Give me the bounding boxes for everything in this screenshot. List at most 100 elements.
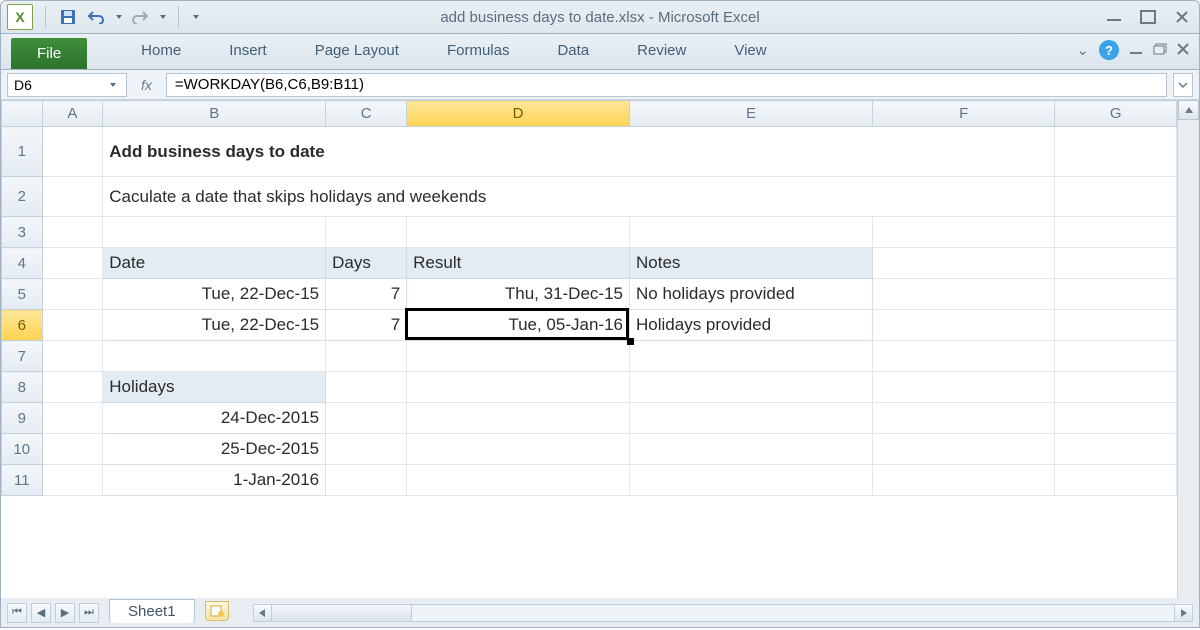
row-header[interactable]: 2 bbox=[2, 177, 43, 217]
cell[interactable] bbox=[873, 279, 1055, 310]
minimize-button[interactable] bbox=[1103, 8, 1125, 26]
cell[interactable] bbox=[873, 434, 1055, 465]
cell[interactable] bbox=[630, 403, 873, 434]
new-sheet-icon[interactable] bbox=[205, 601, 229, 621]
cell[interactable] bbox=[630, 341, 873, 372]
sheet-nav-first-icon[interactable]: ⏮ bbox=[7, 603, 27, 623]
cell[interactable] bbox=[42, 403, 103, 434]
cell[interactable] bbox=[1055, 403, 1177, 434]
row-header[interactable]: 7 bbox=[2, 341, 43, 372]
cell[interactable] bbox=[1055, 310, 1177, 341]
row-header[interactable]: 5 bbox=[2, 279, 43, 310]
vertical-scrollbar[interactable] bbox=[1177, 100, 1199, 598]
cell[interactable] bbox=[873, 217, 1055, 248]
cell[interactable] bbox=[873, 465, 1055, 496]
scroll-thumb[interactable] bbox=[272, 605, 412, 621]
formula-expand-icon[interactable] bbox=[1173, 73, 1193, 97]
scroll-right-icon[interactable] bbox=[1174, 605, 1192, 621]
sheet-tab[interactable]: Sheet1 bbox=[109, 599, 195, 623]
close-button[interactable] bbox=[1171, 8, 1193, 26]
cell[interactable] bbox=[326, 372, 407, 403]
select-all-corner[interactable] bbox=[2, 101, 43, 127]
cell[interactable] bbox=[42, 279, 103, 310]
tab-review[interactable]: Review bbox=[613, 34, 710, 69]
cell[interactable] bbox=[407, 217, 630, 248]
cell[interactable]: Holidays provided bbox=[630, 310, 873, 341]
cell[interactable]: 7 bbox=[326, 279, 407, 310]
cell[interactable] bbox=[630, 434, 873, 465]
tab-formulas[interactable]: Formulas bbox=[423, 34, 534, 69]
cell[interactable] bbox=[630, 217, 873, 248]
cell[interactable] bbox=[1055, 341, 1177, 372]
scroll-up-icon[interactable] bbox=[1178, 100, 1199, 120]
cell[interactable] bbox=[1055, 177, 1177, 217]
cell[interactable] bbox=[326, 465, 407, 496]
formula-input[interactable]: =WORKDAY(B6,C6,B9:B11) bbox=[166, 73, 1167, 97]
undo-icon[interactable] bbox=[86, 7, 106, 27]
cell[interactable] bbox=[42, 465, 103, 496]
row-header[interactable]: 4 bbox=[2, 248, 43, 279]
cell[interactable] bbox=[630, 465, 873, 496]
scroll-left-icon[interactable] bbox=[254, 605, 272, 621]
row-header[interactable]: 11 bbox=[2, 465, 43, 496]
cell[interactable] bbox=[873, 372, 1055, 403]
cell[interactable] bbox=[1055, 372, 1177, 403]
column-header[interactable]: C bbox=[326, 101, 407, 127]
sheet-nav-prev-icon[interactable]: ◀ bbox=[31, 603, 51, 623]
row-header[interactable]: 9 bbox=[2, 403, 43, 434]
cell[interactable] bbox=[630, 372, 873, 403]
cell[interactable]: Caculate a date that skips holidays and … bbox=[103, 177, 1055, 217]
cell[interactable] bbox=[103, 217, 326, 248]
column-header[interactable]: F bbox=[873, 101, 1055, 127]
cell[interactable] bbox=[42, 177, 103, 217]
help-icon[interactable]: ? bbox=[1099, 40, 1119, 60]
doc-minimize-button[interactable] bbox=[1129, 42, 1143, 59]
name-box-dropdown-icon[interactable] bbox=[104, 77, 120, 93]
cell[interactable]: 25-Dec-2015 bbox=[103, 434, 326, 465]
ribbon-minimize-icon[interactable]: ⌄ bbox=[1076, 41, 1089, 59]
cell[interactable] bbox=[42, 248, 103, 279]
cell[interactable]: Result bbox=[407, 248, 630, 279]
scroll-track[interactable] bbox=[1178, 120, 1199, 598]
scroll-track[interactable] bbox=[412, 605, 1174, 621]
column-header[interactable]: B bbox=[103, 101, 326, 127]
cell[interactable] bbox=[42, 127, 103, 177]
cell[interactable]: Tue, 22-Dec-15 bbox=[103, 310, 326, 341]
cell[interactable] bbox=[1055, 127, 1177, 177]
cell[interactable] bbox=[42, 217, 103, 248]
cell[interactable]: 1-Jan-2016 bbox=[103, 465, 326, 496]
doc-restore-button[interactable] bbox=[1153, 42, 1167, 59]
save-icon[interactable] bbox=[58, 7, 78, 27]
column-header[interactable]: A bbox=[42, 101, 103, 127]
cell[interactable]: Add business days to date bbox=[103, 127, 1055, 177]
file-tab[interactable]: File bbox=[11, 38, 87, 69]
column-header[interactable]: D bbox=[407, 101, 630, 127]
excel-logo-icon[interactable]: X bbox=[7, 4, 33, 30]
sheet-nav-next-icon[interactable]: ▶ bbox=[55, 603, 75, 623]
qat-customize-icon[interactable] bbox=[193, 15, 199, 19]
cell[interactable]: Tue, 22-Dec-15 bbox=[103, 279, 326, 310]
cell[interactable]: 7 bbox=[326, 310, 407, 341]
cell[interactable] bbox=[407, 465, 630, 496]
row-header[interactable]: 10 bbox=[2, 434, 43, 465]
cell[interactable] bbox=[1055, 279, 1177, 310]
tab-page-layout[interactable]: Page Layout bbox=[291, 34, 423, 69]
cell[interactable] bbox=[1055, 465, 1177, 496]
tab-view[interactable]: View bbox=[710, 34, 790, 69]
cell[interactable]: Holidays bbox=[103, 372, 326, 403]
cell[interactable]: Tue, 05-Jan-16 bbox=[407, 310, 630, 341]
undo-dropdown-icon[interactable] bbox=[116, 15, 122, 19]
cell[interactable] bbox=[1055, 248, 1177, 279]
maximize-button[interactable] bbox=[1137, 8, 1159, 26]
horizontal-scrollbar[interactable] bbox=[253, 604, 1193, 622]
cell[interactable] bbox=[326, 341, 407, 372]
cell[interactable] bbox=[873, 248, 1055, 279]
cell[interactable]: Days bbox=[326, 248, 407, 279]
cell[interactable]: Date bbox=[103, 248, 326, 279]
redo-icon[interactable] bbox=[130, 7, 150, 27]
row-header[interactable]: 3 bbox=[2, 217, 43, 248]
name-box[interactable]: D6 bbox=[7, 73, 127, 97]
cell[interactable] bbox=[42, 341, 103, 372]
row-header[interactable]: 8 bbox=[2, 372, 43, 403]
cell[interactable] bbox=[42, 310, 103, 341]
